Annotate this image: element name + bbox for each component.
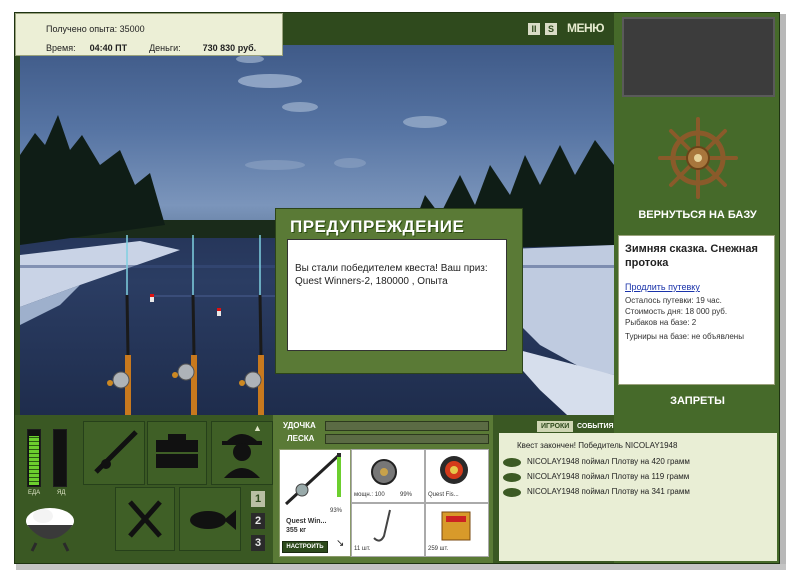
bait-name: Quest Fis... xyxy=(428,492,459,498)
fish-icon xyxy=(503,458,521,467)
rods-tool-button[interactable] xyxy=(83,421,145,485)
xp-text: Получено опыта: 35000 xyxy=(46,24,145,34)
trip-remaining: Осталось путевки: 19 час. xyxy=(625,296,722,305)
expand-arrow-icon[interactable]: ↘ xyxy=(336,538,344,549)
chat-message: NICOLAY1948 поймал Плотву на 341 грамм xyxy=(527,487,690,496)
rod-weight: 355 кг xyxy=(286,527,307,534)
collapse-arrow-icon[interactable]: ▲ xyxy=(253,423,262,433)
tab-events[interactable]: СОБЫТИЯ xyxy=(573,421,618,432)
fork-knife-icon xyxy=(128,500,162,538)
location-title: Зимняя сказка. Снежная протока xyxy=(625,243,758,269)
rod-name: Quest Win... xyxy=(286,518,327,525)
minimap[interactable] xyxy=(622,17,775,97)
tackle-box-icon xyxy=(156,434,198,468)
game-window: Получено опыта: 35000 Время: 04:40 ПТ День… xyxy=(14,12,780,564)
groundbait-slot[interactable]: 259 шт. xyxy=(425,503,489,557)
catch-button[interactable] xyxy=(179,487,241,551)
sound-icon[interactable]: S xyxy=(545,23,557,35)
rod-tension-bar xyxy=(325,421,489,431)
page-button-1[interactable]: 1 xyxy=(251,491,265,507)
cauldron-icon[interactable] xyxy=(21,501,79,553)
dialog-body: Вы стали победителем квеста! Ваш приз: Q… xyxy=(287,239,507,351)
fish-icon xyxy=(503,488,521,497)
fisherman-icon xyxy=(222,434,262,478)
setup-button[interactable]: НАСТРОИТЬ xyxy=(282,541,328,553)
chat-log: Квест закончен! Победитель NICOLAY1948 N… xyxy=(499,433,777,561)
player-hud: Получено опыта: 35000 Время: 04:40 ПТ День… xyxy=(15,13,283,56)
dialog-title: ПРЕДУПРЕЖДЕНИЕ xyxy=(290,217,465,236)
extend-trip-link[interactable]: Продлить путевку xyxy=(625,282,700,292)
time-label: Время: xyxy=(46,43,76,53)
hooks-count: 11 шт. xyxy=(354,546,371,552)
dialog-message: Вы стали победителем квеста! Ваш приз: Q… xyxy=(295,263,488,287)
rod-icon xyxy=(94,430,138,474)
time-money-row: Время: 04:40 ПТ Деньги: 730 830 руб. xyxy=(46,43,256,53)
tab-players[interactable]: ИГРОКИ xyxy=(537,421,574,432)
chat-message: NICOLAY1948 поймал Плотву на 119 грамм xyxy=(527,472,690,481)
reel-percent: 99% xyxy=(400,492,413,498)
food-gauge xyxy=(27,429,41,487)
warning-dialog[interactable]: ПРЕДУПРЕЖДЕНИЕ Вы стали победителем квес… xyxy=(275,208,523,374)
restrictions-button[interactable]: ЗАПРЕТЫ xyxy=(614,395,779,407)
food-button[interactable] xyxy=(115,487,175,551)
poison-gauge xyxy=(53,429,67,487)
tackle-box-button[interactable] xyxy=(147,421,207,485)
anglers-count: Рыбаков на базе: 2 xyxy=(625,318,697,327)
tournaments-info: Турниры на базе: не объявлены xyxy=(625,332,744,341)
money-value: 730 830 руб. xyxy=(202,43,257,53)
pause-icon[interactable]: II xyxy=(528,23,540,35)
hook-slot[interactable]: 11 шт. xyxy=(351,503,425,557)
location-info-panel: Зимняя сказка. Снежная протока Продлить … xyxy=(618,235,775,385)
rod-durability-bar xyxy=(337,453,341,497)
rod-2[interactable] xyxy=(172,235,197,427)
rod-percent: 93% xyxy=(330,508,343,514)
reel-info: мощн.: 100 xyxy=(354,492,385,498)
rod-3[interactable] xyxy=(239,235,264,427)
poison-label: ЯД xyxy=(57,490,66,496)
chat-message: Квест закончен! Победитель NICOLAY1948 xyxy=(517,441,678,450)
food-label: ЕДА xyxy=(28,490,41,496)
window-shadow-right xyxy=(780,14,786,566)
fish-icon xyxy=(190,510,236,530)
day-cost: Стоимость дня: 18 000 руб. xyxy=(625,307,728,316)
bait-slot[interactable]: Quest Fis... xyxy=(425,449,489,503)
character-button[interactable] xyxy=(211,421,273,485)
hook-icon xyxy=(373,509,391,542)
page-button-2[interactable]: 2 xyxy=(251,513,265,529)
money-label: Деньги: xyxy=(149,43,181,53)
bait-icon xyxy=(440,456,468,484)
menu-button[interactable]: МЕНЮ xyxy=(567,21,605,35)
bait-count: 259 шт. xyxy=(428,546,449,552)
page-button-3[interactable]: 3 xyxy=(251,535,265,551)
fish-icon xyxy=(503,473,521,482)
reel-slot[interactable]: мощн.: 100 99% xyxy=(351,449,425,503)
reel-icon xyxy=(371,459,397,485)
rod-label: УДОЧКА xyxy=(283,421,316,430)
food-gauge-fill xyxy=(29,436,39,485)
line-tension-bar xyxy=(325,434,489,444)
bait-box-icon xyxy=(441,511,471,541)
time-value: 04:40 ПТ xyxy=(89,43,128,53)
rod-1[interactable] xyxy=(107,235,131,427)
return-to-base-button[interactable]: ВЕРНУТЬСЯ НА БАЗУ xyxy=(614,209,779,221)
ship-wheel-icon[interactable] xyxy=(658,113,738,203)
line-label: ЛЕСКА xyxy=(287,434,315,443)
chat-message: NICOLAY1948 поймал Плотву на 420 грамм xyxy=(527,457,690,466)
window-shadow-bottom xyxy=(16,564,786,570)
